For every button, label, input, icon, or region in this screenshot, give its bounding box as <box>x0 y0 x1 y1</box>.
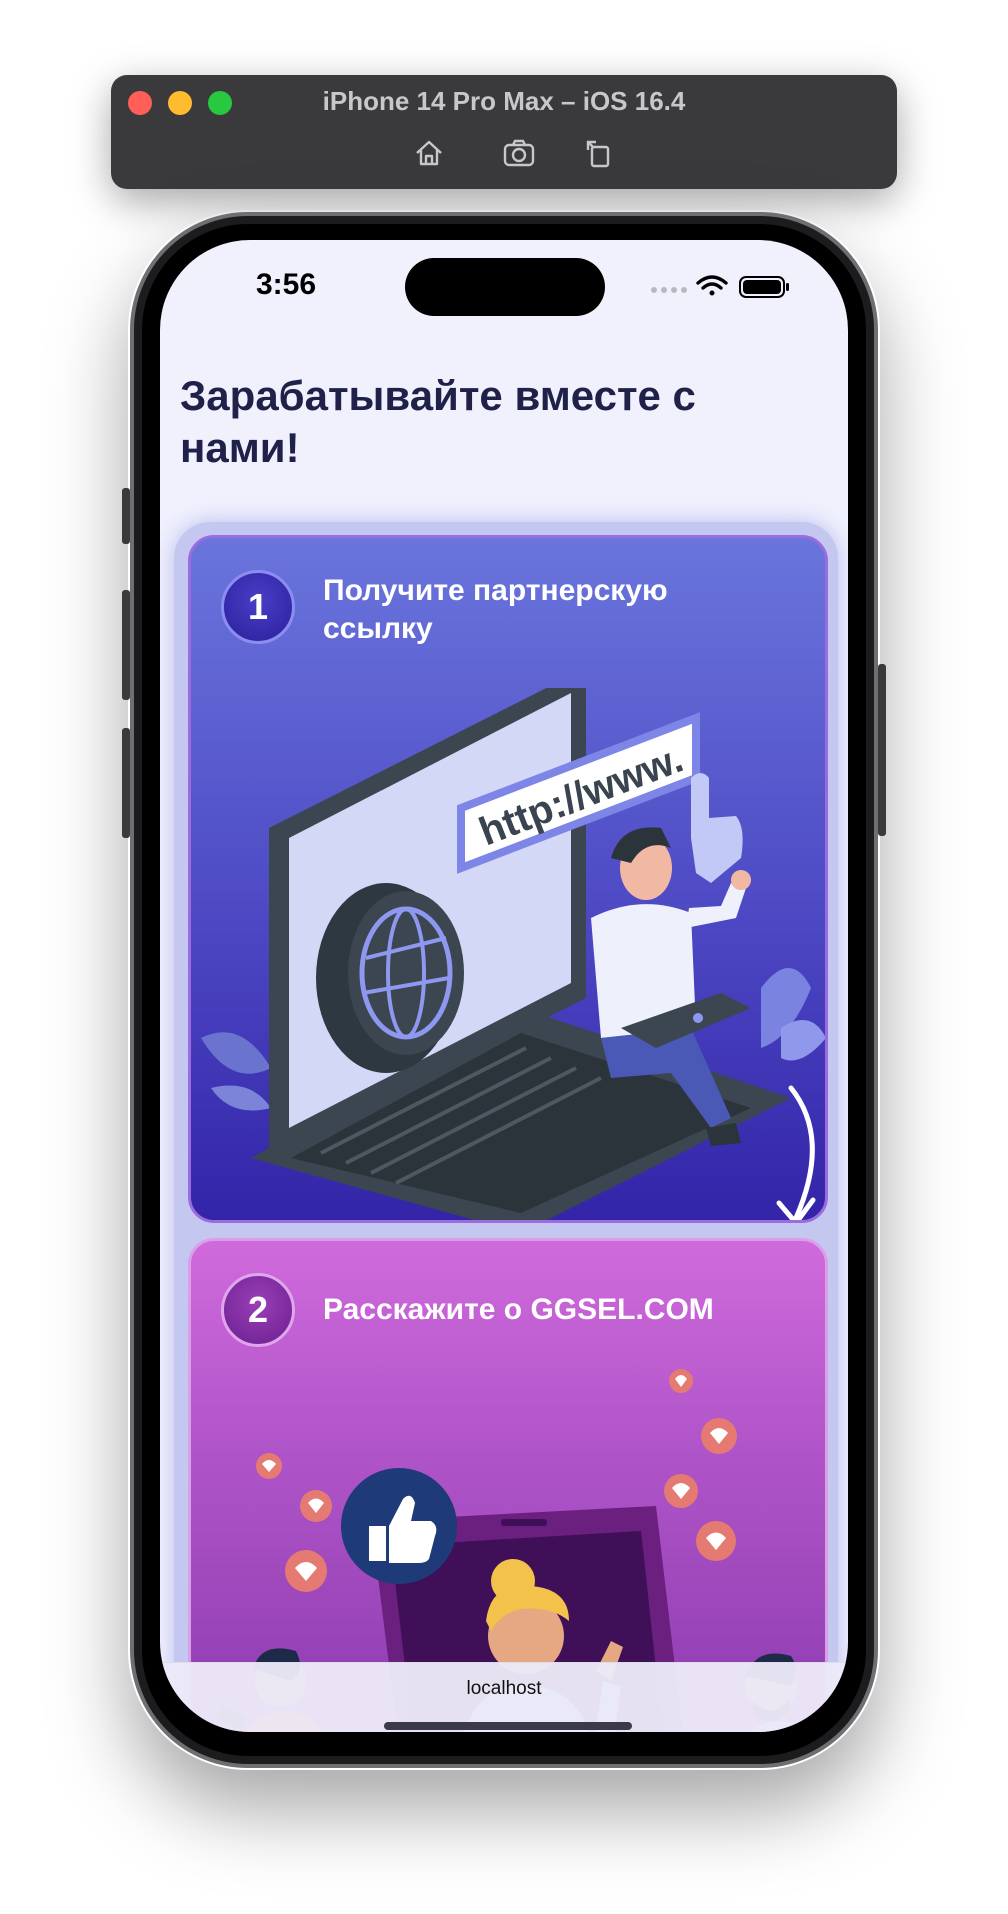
status-time: 3:56 <box>256 268 317 301</box>
wifi-icon <box>696 275 728 296</box>
silent-switch[interactable] <box>122 488 130 544</box>
arrow-down-icon <box>788 1085 815 1220</box>
volume-down-button[interactable] <box>122 728 130 838</box>
page-title: Зарабатывайте вместе с нами! <box>180 372 696 471</box>
step-text-2: Расскажите о GGSEL.COM <box>323 1293 714 1326</box>
volume-up-button[interactable] <box>122 590 130 700</box>
step-number-2: 2 <box>221 1273 295 1347</box>
dynamic-island <box>405 258 605 316</box>
phone-screen: 3:56 Зарабатывайте вместе с нами! 1 Полу… <box>160 240 848 1732</box>
link-illustration: http://www. <box>201 688 825 1220</box>
status-icons <box>648 272 798 302</box>
screenshot-icon[interactable] <box>502 136 536 170</box>
step-text-1: Получите партнерскую ссылку <box>323 574 668 645</box>
url-text[interactable]: localhost <box>160 1678 848 1700</box>
leaf-right-icon <box>761 968 825 1061</box>
battery-icon <box>739 276 789 298</box>
rotate-icon[interactable] <box>582 136 616 170</box>
pointer-hand-icon <box>691 773 743 883</box>
home-indicator[interactable] <box>384 1722 632 1730</box>
step-number-1: 1 <box>221 570 295 644</box>
step-card-2[interactable]: 2 Расскажите о GGSEL.COM <box>188 1238 828 1732</box>
leaf-left-icon <box>201 1032 271 1111</box>
simulator-title: iPhone 14 Pro Max – iOS 16.4 <box>322 86 686 116</box>
home-icon[interactable] <box>412 136 446 170</box>
power-button[interactable] <box>878 664 886 836</box>
step-card-1[interactable]: 1 Получите партнерскую ссылку http://www… <box>188 535 828 1223</box>
signal-dots-icon <box>651 287 687 293</box>
